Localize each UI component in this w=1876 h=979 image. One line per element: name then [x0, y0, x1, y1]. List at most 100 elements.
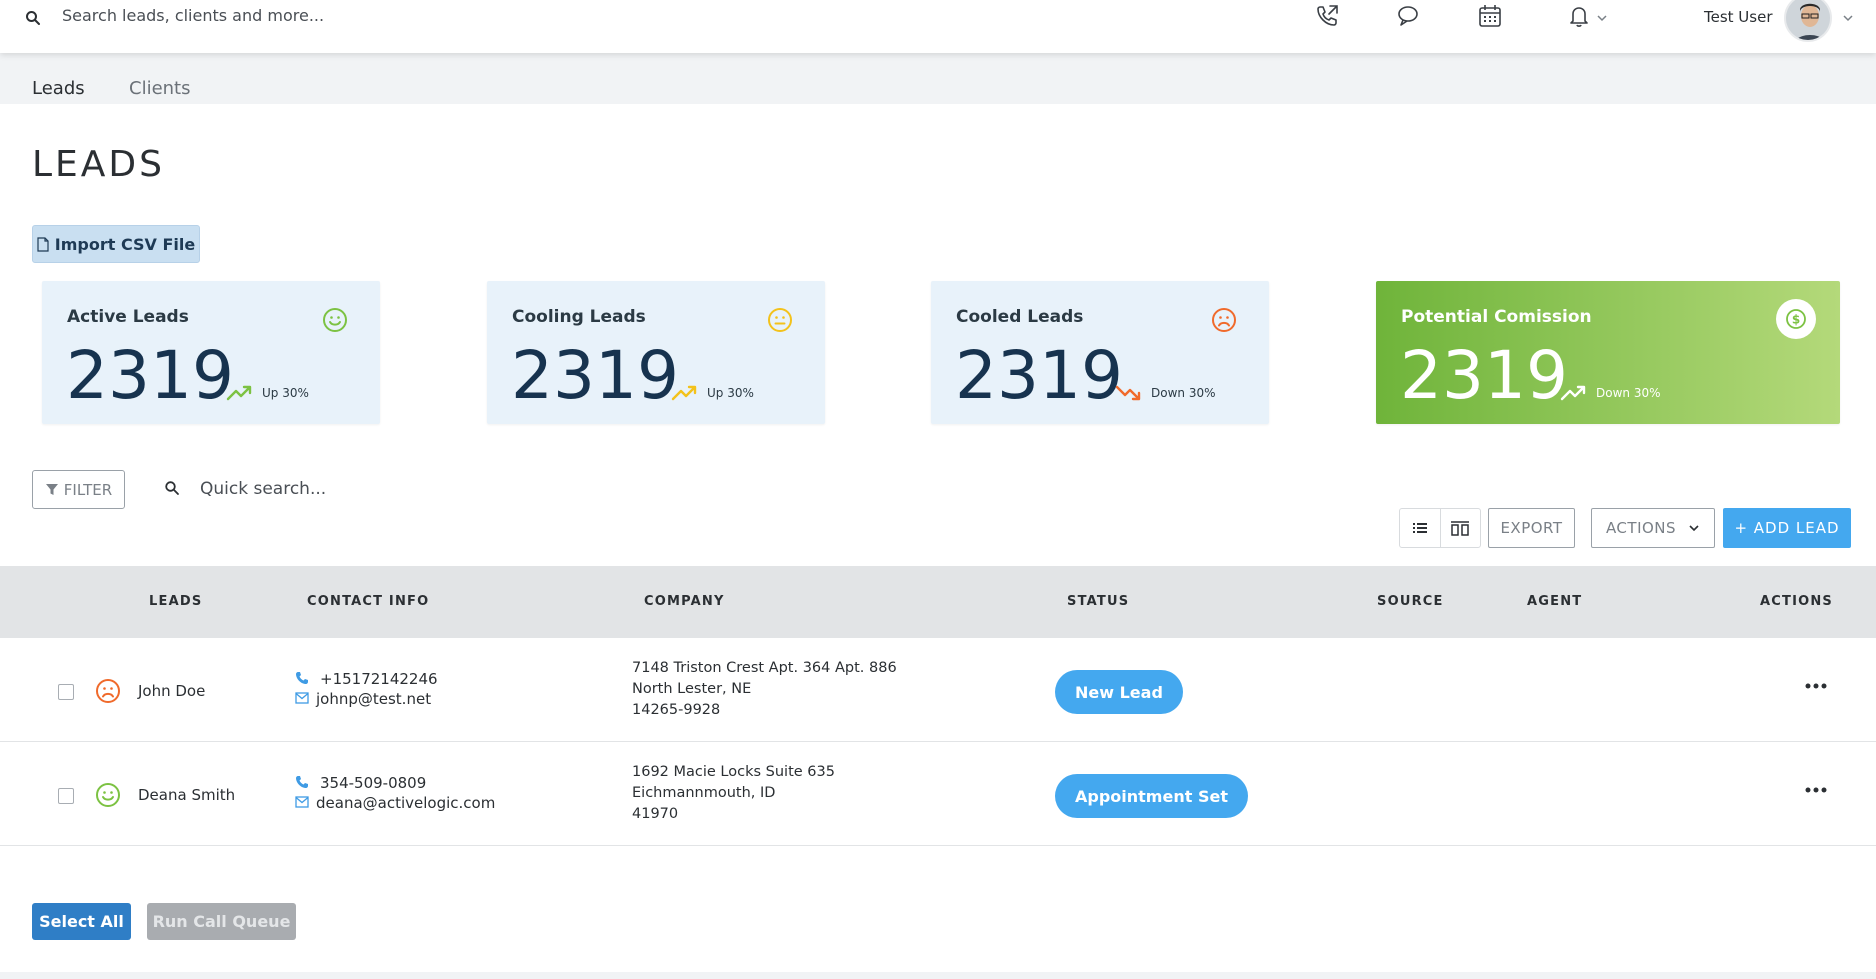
- card-title: Cooling Leads: [512, 307, 646, 327]
- global-search-input[interactable]: Search leads, clients and more...: [62, 6, 324, 25]
- mail-icon: [295, 796, 309, 808]
- user-avatar-icon: [1786, 0, 1830, 40]
- happy-face-icon: [96, 783, 120, 807]
- trend-up-icon: [1560, 385, 1586, 401]
- chevron-down-icon: [1689, 525, 1699, 532]
- row-checkbox[interactable]: [58, 684, 74, 700]
- neutral-face-icon: [768, 308, 792, 332]
- status-badge[interactable]: Appointment Set: [1055, 774, 1248, 818]
- chat-icon[interactable]: [1395, 3, 1421, 29]
- calendar-icon[interactable]: [1477, 3, 1503, 29]
- select-all-button[interactable]: Select All: [32, 903, 131, 940]
- mail-icon: [295, 692, 309, 704]
- chevron-down-icon[interactable]: [1842, 12, 1854, 24]
- status-badge[interactable]: New Lead: [1055, 670, 1183, 714]
- phone-call-icon[interactable]: [1314, 3, 1340, 29]
- column-header-company[interactable]: COMPANY: [644, 594, 725, 609]
- phone-icon: [296, 776, 308, 788]
- tab-clients[interactable]: Clients: [129, 78, 191, 99]
- board-view-button[interactable]: [1439, 509, 1480, 547]
- import-csv-label: Import CSV File: [54, 234, 196, 254]
- trend-label: Up 30%: [262, 386, 309, 400]
- card-title: Active Leads: [67, 307, 189, 327]
- column-header-source[interactable]: SOURCE: [1377, 594, 1444, 609]
- import-csv-button[interactable]: Import CSV File: [32, 225, 200, 263]
- card-value: 2319: [66, 337, 234, 414]
- trend-label: Down 30%: [1151, 386, 1216, 400]
- card-value: 2319: [511, 337, 679, 414]
- address-line: 7148 Triston Crest Apt. 364 Apt. 886: [632, 660, 897, 676]
- view-toggle: [1399, 508, 1481, 548]
- search-icon[interactable]: [24, 9, 42, 27]
- phone-number[interactable]: 354-509-0809: [320, 774, 426, 792]
- svg-text:$: $: [1792, 313, 1800, 327]
- export-button[interactable]: EXPORT: [1488, 508, 1575, 548]
- tab-leads[interactable]: Leads: [32, 78, 85, 99]
- top-bar: Search leads, clients and more... Test U…: [0, 0, 1876, 53]
- card-title: Cooled Leads: [956, 307, 1084, 327]
- user-name[interactable]: Test User: [1704, 8, 1773, 26]
- card-trend: Down 30%: [1115, 385, 1216, 401]
- trend-up-icon: [226, 385, 252, 401]
- page-title: LEADS: [32, 144, 166, 185]
- address-line: 41970: [632, 806, 679, 822]
- more-options-icon[interactable]: [1804, 785, 1828, 795]
- phone-number[interactable]: +15172142246: [320, 670, 438, 688]
- row-checkbox[interactable]: [58, 788, 74, 804]
- phone-icon: [296, 672, 308, 684]
- column-header-contact[interactable]: CONTACT INFO: [307, 594, 429, 609]
- table-row[interactable]: Deana Smith 354-509-0809 deana@activelog…: [0, 742, 1876, 846]
- address-line: 14265-9928: [632, 702, 721, 718]
- tab-bar: Leads Clients: [0, 53, 1876, 114]
- quick-search-input[interactable]: [200, 471, 460, 507]
- actions-label: ACTIONS: [1605, 519, 1677, 537]
- sad-face-icon: [96, 679, 120, 703]
- stat-card-cooled-leads: Cooled Leads 2319 Down 30%: [931, 281, 1269, 424]
- trend-label: Up 30%: [707, 386, 754, 400]
- run-call-queue-button[interactable]: Run Call Queue: [147, 903, 296, 940]
- company-address: 1692 Macie Locks Suite 635 Eichmannmouth…: [632, 762, 835, 825]
- column-header-leads[interactable]: LEADS: [149, 594, 202, 609]
- card-trend: Down 30%: [1560, 385, 1661, 401]
- lead-name[interactable]: John Doe: [138, 682, 205, 700]
- actions-dropdown[interactable]: ACTIONS: [1591, 508, 1715, 548]
- card-title: Potential Comission: [1401, 307, 1592, 327]
- table-row[interactable]: John Doe +15172142246 johnp@test.net 714…: [0, 638, 1876, 742]
- stat-card-potential-commission: Potential Comission $ 2319 Down 30%: [1376, 281, 1840, 424]
- address-line: North Lester, NE: [632, 681, 752, 697]
- avatar[interactable]: [1784, 0, 1832, 42]
- company-address: 7148 Triston Crest Apt. 364 Apt. 886 Nor…: [632, 658, 897, 721]
- bell-icon[interactable]: [1566, 3, 1592, 29]
- dollar-icon: $: [1776, 299, 1816, 339]
- sad-face-icon: [1212, 308, 1236, 332]
- lead-name[interactable]: Deana Smith: [138, 786, 235, 804]
- column-header-status[interactable]: STATUS: [1067, 594, 1129, 609]
- stat-card-active-leads: Active Leads 2319 Up 30%: [42, 281, 380, 424]
- card-value: 2319: [1400, 337, 1568, 414]
- trend-label: Down 30%: [1596, 386, 1661, 400]
- card-trend: Up 30%: [671, 385, 754, 401]
- filter-button[interactable]: FILTER: [32, 470, 125, 509]
- card-trend: Up 30%: [226, 385, 309, 401]
- trend-down-icon: [1115, 385, 1141, 401]
- trend-up-icon: [671, 385, 697, 401]
- column-header-agent[interactable]: AGENT: [1527, 594, 1582, 609]
- kanban-icon: [1451, 520, 1470, 536]
- search-icon: [165, 481, 179, 495]
- column-header-actions: ACTIONS: [1760, 594, 1834, 609]
- email-address[interactable]: johnp@test.net: [316, 690, 431, 708]
- list-view-button[interactable]: [1400, 509, 1440, 547]
- main-panel: LEADS Import CSV File Active Leads 2319 …: [0, 104, 1876, 972]
- filter-icon: [45, 484, 58, 495]
- more-options-icon[interactable]: [1804, 681, 1828, 691]
- file-icon: [37, 236, 49, 252]
- address-line: Eichmannmouth, ID: [632, 785, 776, 801]
- happy-face-icon: [323, 308, 347, 332]
- chevron-down-icon[interactable]: [1596, 12, 1608, 24]
- card-value: 2319: [955, 337, 1123, 414]
- filter-label: FILTER: [63, 480, 113, 499]
- table-header: LEADS CONTACT INFO COMPANY STATUS SOURCE…: [0, 566, 1876, 638]
- add-lead-button[interactable]: + ADD LEAD: [1723, 508, 1851, 548]
- address-line: 1692 Macie Locks Suite 635: [632, 764, 835, 780]
- email-address[interactable]: deana@activelogic.com: [316, 794, 495, 812]
